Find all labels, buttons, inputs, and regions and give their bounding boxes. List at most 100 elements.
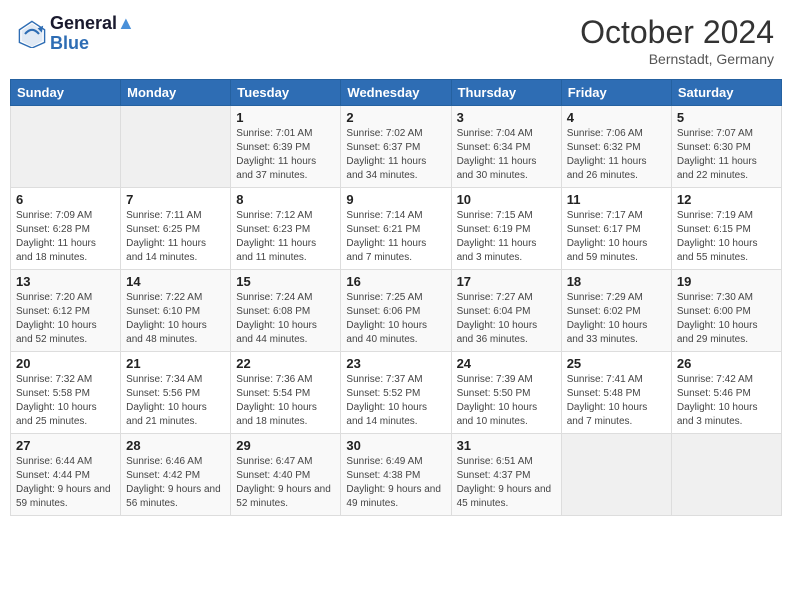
day-info: Sunrise: 7:22 AM Sunset: 6:10 PM Dayligh…: [126, 291, 225, 347]
day-number: 14: [126, 274, 225, 289]
calendar-cell: 3Sunrise: 7:04 AM Sunset: 6:34 PM Daylig…: [451, 106, 561, 188]
calendar-cell: 8 Sunrise: 7:12 AM Sunset: 6:23 PM Daylig…: [231, 188, 341, 270]
day-info: Sunrise: 7:27 AM Sunset: 6:04 PM Dayligh…: [457, 291, 556, 347]
day-number: 1: [236, 110, 335, 125]
day-info: Sunrise: 7:02 AM Sunset: 6:37 PM Dayligh…: [346, 127, 445, 183]
day-number: 13: [16, 274, 115, 289]
calendar-cell: [11, 106, 121, 188]
day-number: 16: [346, 274, 445, 289]
weekday-wednesday: Wednesday: [341, 80, 451, 106]
day-number: 17: [457, 274, 556, 289]
calendar-cell: 17 Sunrise: 7:27 AM Sunset: 6:04 PM Dayli…: [451, 270, 561, 352]
weekday-tuesday: Tuesday: [231, 80, 341, 106]
day-info: Sunrise: 7:19 AM Sunset: 6:15 PM Dayligh…: [677, 209, 776, 265]
logo-general: General▲: [50, 14, 135, 34]
calendar-cell: [561, 434, 671, 516]
day-info: Sunrise: 7:06 AM Sunset: 6:32 PM Dayligh…: [567, 127, 666, 183]
calendar-table: SundayMondayTuesdayWednesdayThursdayFrid…: [10, 79, 782, 516]
day-number: 12: [677, 192, 776, 207]
calendar-cell: [121, 106, 231, 188]
day-info: Sunrise: 7:42 AM Sunset: 5:46 PM Dayligh…: [677, 373, 776, 429]
calendar-cell: 10Sunrise: 7:15 AM Sunset: 6:19 PM Dayli…: [451, 188, 561, 270]
day-info: Sunrise: 7:09 AM Sunset: 6:28 PM Dayligh…: [16, 209, 115, 265]
calendar-cell: 27Sunrise: 6:44 AM Sunset: 4:44 PM Dayli…: [11, 434, 121, 516]
day-number: 7: [126, 192, 225, 207]
day-info: Sunrise: 7:30 AM Sunset: 6:00 PM Dayligh…: [677, 291, 776, 347]
calendar-cell: 2 Sunrise: 7:02 AM Sunset: 6:37 PM Daylig…: [341, 106, 451, 188]
day-number: 21: [126, 356, 225, 371]
calendar-body: 1 Sunrise: 7:01 AM Sunset: 6:39 PM Daylig…: [11, 106, 782, 516]
day-number: 8: [236, 192, 335, 207]
day-number: 18: [567, 274, 666, 289]
day-number: 23: [346, 356, 445, 371]
day-number: 26: [677, 356, 776, 371]
logo-blue: Blue: [50, 34, 135, 54]
day-number: 25: [567, 356, 666, 371]
calendar-cell: 19 Sunrise: 7:30 AM Sunset: 6:00 PM Dayli…: [671, 270, 781, 352]
day-number: 28: [126, 438, 225, 453]
logo: General▲ Blue: [18, 14, 135, 54]
day-number: 30: [346, 438, 445, 453]
calendar-cell: 29Sunrise: 6:47 AM Sunset: 4:40 PM Dayli…: [231, 434, 341, 516]
day-info: Sunrise: 6:46 AM Sunset: 4:42 PM Dayligh…: [126, 455, 225, 511]
day-number: 5: [677, 110, 776, 125]
calendar-cell: [671, 434, 781, 516]
day-info: Sunrise: 7:25 AM Sunset: 6:06 PM Dayligh…: [346, 291, 445, 347]
calendar-cell: 12 Sunrise: 7:19 AM Sunset: 6:15 PM Dayli…: [671, 188, 781, 270]
month-title: October 2024: [580, 14, 774, 51]
day-info: Sunrise: 7:41 AM Sunset: 5:48 PM Dayligh…: [567, 373, 666, 429]
calendar-cell: 4Sunrise: 7:06 AM Sunset: 6:32 PM Daylig…: [561, 106, 671, 188]
day-number: 9: [346, 192, 445, 207]
calendar-cell: 9 Sunrise: 7:14 AM Sunset: 6:21 PM Daylig…: [341, 188, 451, 270]
calendar-cell: 21 Sunrise: 7:34 AM Sunset: 5:56 PM Dayli…: [121, 352, 231, 434]
calendar-cell: 30 Sunrise: 6:49 AM Sunset: 4:38 PM Dayli…: [341, 434, 451, 516]
day-info: Sunrise: 7:34 AM Sunset: 5:56 PM Dayligh…: [126, 373, 225, 429]
day-number: 2: [346, 110, 445, 125]
calendar-cell: 25 Sunrise: 7:41 AM Sunset: 5:48 PM Dayli…: [561, 352, 671, 434]
day-number: 24: [457, 356, 556, 371]
calendar-cell: 5Sunrise: 7:07 AM Sunset: 6:30 PM Daylig…: [671, 106, 781, 188]
day-number: 10: [457, 192, 556, 207]
day-number: 3: [457, 110, 556, 125]
day-number: 27: [16, 438, 115, 453]
calendar-cell: 31 Sunrise: 6:51 AM Sunset: 4:37 PM Dayli…: [451, 434, 561, 516]
day-number: 6: [16, 192, 115, 207]
week-row-5: 27Sunrise: 6:44 AM Sunset: 4:44 PM Dayli…: [11, 434, 782, 516]
calendar-cell: 20Sunrise: 7:32 AM Sunset: 5:58 PM Dayli…: [11, 352, 121, 434]
day-info: Sunrise: 7:20 AM Sunset: 6:12 PM Dayligh…: [16, 291, 115, 347]
day-info: Sunrise: 7:14 AM Sunset: 6:21 PM Dayligh…: [346, 209, 445, 265]
weekday-sunday: Sunday: [11, 80, 121, 106]
location: Bernstadt, Germany: [580, 51, 774, 67]
day-info: Sunrise: 7:01 AM Sunset: 6:39 PM Dayligh…: [236, 127, 335, 183]
week-row-1: 1 Sunrise: 7:01 AM Sunset: 6:39 PM Daylig…: [11, 106, 782, 188]
day-info: Sunrise: 7:36 AM Sunset: 5:54 PM Dayligh…: [236, 373, 335, 429]
day-info: Sunrise: 7:11 AM Sunset: 6:25 PM Dayligh…: [126, 209, 225, 265]
week-row-4: 20Sunrise: 7:32 AM Sunset: 5:58 PM Dayli…: [11, 352, 782, 434]
calendar-cell: 13 Sunrise: 7:20 AM Sunset: 6:12 PM Dayli…: [11, 270, 121, 352]
day-number: 15: [236, 274, 335, 289]
week-row-3: 13 Sunrise: 7:20 AM Sunset: 6:12 PM Dayli…: [11, 270, 782, 352]
calendar-cell: 16 Sunrise: 7:25 AM Sunset: 6:06 PM Dayli…: [341, 270, 451, 352]
day-info: Sunrise: 7:29 AM Sunset: 6:02 PM Dayligh…: [567, 291, 666, 347]
day-number: 31: [457, 438, 556, 453]
day-info: Sunrise: 6:49 AM Sunset: 4:38 PM Dayligh…: [346, 455, 445, 511]
day-info: Sunrise: 6:51 AM Sunset: 4:37 PM Dayligh…: [457, 455, 556, 511]
title-block: October 2024 Bernstadt, Germany: [580, 14, 774, 67]
day-info: Sunrise: 7:39 AM Sunset: 5:50 PM Dayligh…: [457, 373, 556, 429]
calendar-cell: 22Sunrise: 7:36 AM Sunset: 5:54 PM Dayli…: [231, 352, 341, 434]
calendar-cell: 24 Sunrise: 7:39 AM Sunset: 5:50 PM Dayli…: [451, 352, 561, 434]
calendar-cell: 26 Sunrise: 7:42 AM Sunset: 5:46 PM Dayli…: [671, 352, 781, 434]
logo-icon: [18, 20, 46, 48]
day-info: Sunrise: 7:12 AM Sunset: 6:23 PM Dayligh…: [236, 209, 335, 265]
calendar-cell: 14 Sunrise: 7:22 AM Sunset: 6:10 PM Dayli…: [121, 270, 231, 352]
calendar-cell: 28 Sunrise: 6:46 AM Sunset: 4:42 PM Dayli…: [121, 434, 231, 516]
page-header: General▲ Blue October 2024 Bernstadt, Ge…: [10, 10, 782, 71]
day-number: 19: [677, 274, 776, 289]
calendar-cell: 23Sunrise: 7:37 AM Sunset: 5:52 PM Dayli…: [341, 352, 451, 434]
weekday-header-row: SundayMondayTuesdayWednesdayThursdayFrid…: [11, 80, 782, 106]
day-number: 11: [567, 192, 666, 207]
weekday-monday: Monday: [121, 80, 231, 106]
calendar-cell: 15Sunrise: 7:24 AM Sunset: 6:08 PM Dayli…: [231, 270, 341, 352]
weekday-saturday: Saturday: [671, 80, 781, 106]
day-info: Sunrise: 6:47 AM Sunset: 4:40 PM Dayligh…: [236, 455, 335, 511]
